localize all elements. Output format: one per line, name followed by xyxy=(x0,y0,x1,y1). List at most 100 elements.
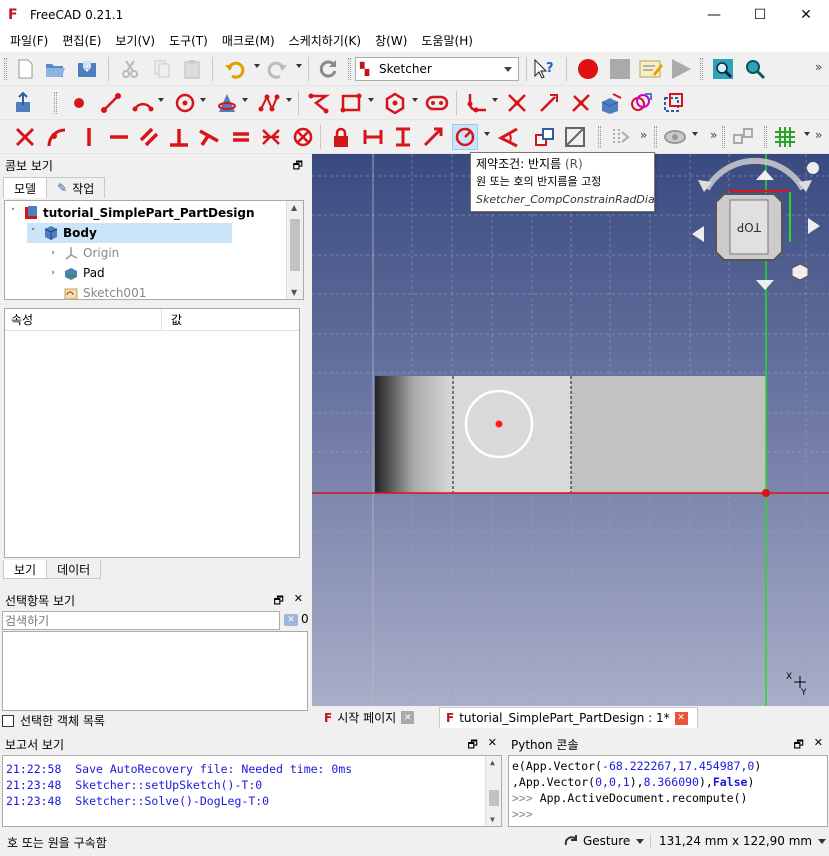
tab-tasks[interactable]: ✎ 작업 xyxy=(46,177,106,198)
toggle-active-constraint-icon[interactable] xyxy=(562,124,588,150)
undo-icon[interactable] xyxy=(222,56,248,82)
constrain-horizontal-icon[interactable] xyxy=(106,124,132,150)
extend-edge-icon[interactable] xyxy=(536,90,562,116)
constrain-parallel-icon[interactable] xyxy=(136,124,162,150)
tree-item-origin[interactable]: › Origin xyxy=(47,243,119,263)
menu-help[interactable]: 도움말(H) xyxy=(414,30,480,52)
refresh-icon[interactable] xyxy=(315,56,341,82)
tab-model[interactable]: 모델 xyxy=(3,177,48,198)
create-line-icon[interactable] xyxy=(98,90,124,116)
create-bspline-icon[interactable] xyxy=(256,90,282,116)
stop-macro-icon[interactable] xyxy=(607,56,633,82)
dimension-display[interactable]: 131,24 mm x 122,90 mm xyxy=(650,834,827,848)
toolbar-overflow-icon[interactable]: » xyxy=(815,60,822,74)
create-rectangle-icon[interactable] xyxy=(338,90,364,116)
constrain-block-icon[interactable] xyxy=(290,124,316,150)
toolbar-overflow-icon[interactable]: » xyxy=(640,128,647,142)
menu-macro[interactable]: 매크로(M) xyxy=(215,30,282,52)
copy-icon[interactable] xyxy=(149,56,175,82)
chevron-right-icon[interactable]: › xyxy=(47,268,59,278)
symmetry-tool-icon[interactable] xyxy=(730,124,756,150)
pad-solid[interactable] xyxy=(375,376,766,493)
chevron-down-icon[interactable]: ˅ xyxy=(7,208,19,218)
leave-sketch-icon[interactable] xyxy=(12,90,38,116)
sketch-origin-point[interactable] xyxy=(762,489,770,497)
float-panel-icon[interactable]: 🗗 xyxy=(273,592,283,611)
create-slot-icon[interactable] xyxy=(424,90,450,116)
paste-icon[interactable] xyxy=(179,56,205,82)
report-scrollbar[interactable]: ▲ ▼ xyxy=(485,756,501,826)
constrain-lock-icon[interactable] xyxy=(328,124,354,150)
cut-icon[interactable] xyxy=(117,56,143,82)
constrain-equal-icon[interactable] xyxy=(228,124,254,150)
constrain-vertical-icon[interactable] xyxy=(76,124,102,150)
menu-sketch[interactable]: 스케치하기(K) xyxy=(282,30,368,52)
constrain-coincident-icon[interactable] xyxy=(12,124,38,150)
save-document-icon[interactable] xyxy=(74,56,100,82)
open-document-icon[interactable] xyxy=(42,56,68,82)
create-circle-icon[interactable] xyxy=(172,90,198,116)
menu-view[interactable]: 보기(V) xyxy=(108,30,162,52)
tab-view[interactable]: 보기 xyxy=(3,560,48,579)
workbench-selector[interactable]: ▚ Sketcher xyxy=(355,57,519,81)
python-console[interactable]: e(App.Vector(-68.222267,17.454987,0) ,Ap… xyxy=(508,755,828,827)
python-prompt[interactable]: >>> xyxy=(512,807,533,821)
picked-object-list-toggle[interactable]: 선택한 객체 목록 xyxy=(2,712,105,729)
edit-macro-icon[interactable] xyxy=(638,56,664,82)
toolbar-grip[interactable] xyxy=(54,92,57,114)
toggle-grid-icon[interactable] xyxy=(772,124,798,150)
menu-file[interactable]: 파일(F) xyxy=(3,30,55,52)
run-macro-icon[interactable] xyxy=(668,56,694,82)
whats-this-icon[interactable]: ? xyxy=(532,56,558,82)
close-panel-icon[interactable]: ✕ xyxy=(294,592,303,611)
toolbar-overflow-icon[interactable]: » xyxy=(815,128,822,142)
toolbar-grip[interactable] xyxy=(598,126,601,148)
constrain-radius-icon[interactable] xyxy=(452,124,478,150)
toolbar-overflow-icon[interactable]: » xyxy=(710,128,717,142)
new-document-icon[interactable] xyxy=(12,56,38,82)
tab-data[interactable]: 데이터 xyxy=(46,560,102,579)
create-arc-icon[interactable] xyxy=(130,90,156,116)
constrain-point-on-object-icon[interactable] xyxy=(44,124,70,150)
construction-mode-icon[interactable] xyxy=(660,90,686,116)
view-fit-all-icon[interactable] xyxy=(710,56,736,82)
navigation-style-selector[interactable]: Gesture xyxy=(563,834,645,848)
chevron-right-icon[interactable]: › xyxy=(47,248,59,258)
toolbar-grip[interactable] xyxy=(700,58,703,80)
constrain-perpendicular-icon[interactable] xyxy=(166,124,192,150)
selection-list[interactable] xyxy=(2,631,308,711)
tree-item-document[interactable]: ˅ tutorial_SimplePart_PartDesign xyxy=(7,203,255,223)
tree-item-sketch001[interactable]: Sketch001 xyxy=(47,283,146,299)
menu-edit[interactable]: 편집(E) xyxy=(55,30,108,52)
tree-scrollbar[interactable]: ▲ ▼ xyxy=(286,201,303,299)
show-hide-internal-geometry-icon[interactable] xyxy=(662,124,688,150)
float-panel-icon[interactable]: 🗗 xyxy=(293,157,303,176)
maximize-button[interactable]: ☐ xyxy=(737,0,783,30)
constrain-angle-icon[interactable] xyxy=(496,124,522,150)
property-view[interactable]: 속성 값 xyxy=(4,308,300,558)
create-fillet-icon[interactable] xyxy=(464,90,490,116)
external-geometry-icon[interactable] xyxy=(598,90,624,116)
close-panel-icon[interactable]: ✕ xyxy=(488,736,497,755)
close-tab-icon[interactable]: ✕ xyxy=(401,711,415,724)
selection-search-input[interactable] xyxy=(2,611,280,630)
constrain-horizontal-distance-icon[interactable] xyxy=(360,124,386,150)
trim-edge-icon[interactable] xyxy=(504,90,530,116)
tree-item-body[interactable]: ˅ Body xyxy=(27,223,232,243)
close-panel-icon[interactable]: ✕ xyxy=(814,736,823,755)
tree-item-pad[interactable]: › Pad xyxy=(47,263,105,283)
clear-search-icon[interactable]: ✕ xyxy=(284,614,298,626)
nav-face-top[interactable]: TOP xyxy=(737,220,762,234)
menu-window[interactable]: 창(W) xyxy=(368,30,414,52)
close-tab-icon[interactable]: ✕ xyxy=(674,711,688,725)
model-tree[interactable]: ˅ tutorial_SimplePart_PartDesign ˅ Body … xyxy=(4,200,304,300)
create-polyline-icon[interactable] xyxy=(306,90,332,116)
3d-viewport[interactable]: TOP X Y xyxy=(312,154,829,706)
constrain-symmetric-icon[interactable] xyxy=(258,124,284,150)
circle-center-point[interactable] xyxy=(495,420,503,428)
record-macro-icon[interactable] xyxy=(575,56,601,82)
tab-start-page[interactable]: F 시작 페이지 ✕ xyxy=(318,707,420,728)
minimize-button[interactable]: — xyxy=(691,0,737,30)
toolbar-grip[interactable] xyxy=(654,126,657,148)
constrain-tangent-icon[interactable] xyxy=(196,124,222,150)
